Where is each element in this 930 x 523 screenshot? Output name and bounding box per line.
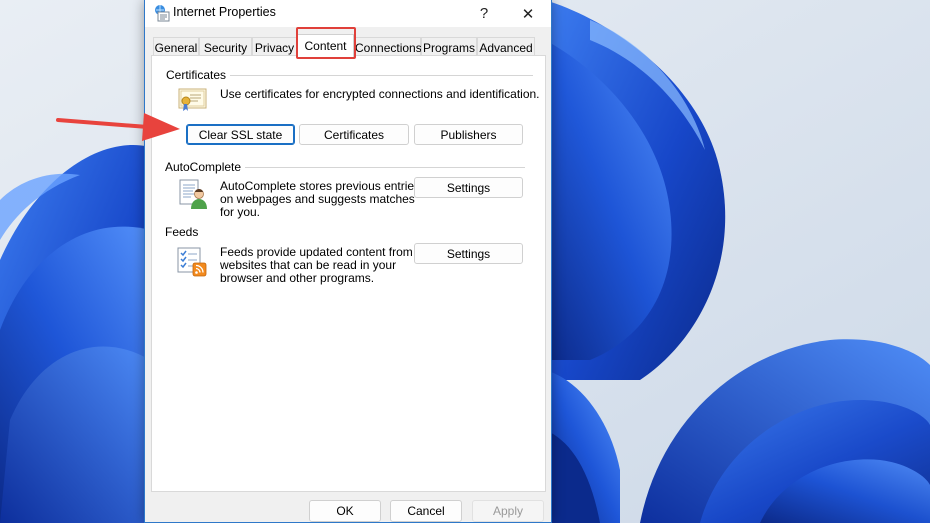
autocomplete-icon xyxy=(179,179,207,209)
autocomplete-settings-button[interactable]: Settings xyxy=(414,177,523,198)
tab-programs[interactable]: Programs xyxy=(421,37,477,56)
title-bar: Internet Properties ? ✕ xyxy=(145,0,551,27)
feeds-settings-button[interactable]: Settings xyxy=(414,243,523,264)
feeds-icon xyxy=(177,247,207,277)
certificates-button[interactable]: Certificates xyxy=(299,124,409,145)
autocomplete-divider xyxy=(242,167,525,168)
internet-properties-dialog: Internet Properties ? ✕ General Security… xyxy=(144,0,552,523)
annotation-arrow xyxy=(56,108,186,147)
content-tab-panel: Certificates Use certificates for encryp… xyxy=(151,55,546,492)
tab-advanced[interactable]: Advanced xyxy=(477,37,535,56)
close-button[interactable]: ✕ xyxy=(509,0,547,27)
tab-privacy[interactable]: Privacy xyxy=(252,37,297,56)
certificates-description: Use certificates for encrypted connectio… xyxy=(220,87,540,101)
feeds-description: Feeds provide updated content from websi… xyxy=(220,246,413,285)
clear-ssl-state-button[interactable]: Clear SSL state xyxy=(186,124,295,145)
internet-options-icon xyxy=(155,5,170,22)
tab-strip: General Security Privacy Content Connect… xyxy=(153,34,545,57)
publishers-button[interactable]: Publishers xyxy=(414,124,523,145)
certificates-divider xyxy=(222,75,533,76)
tab-general[interactable]: General xyxy=(153,37,199,56)
autocomplete-description-line: for you. xyxy=(220,205,261,219)
feeds-heading: Feeds xyxy=(165,225,203,239)
autocomplete-description: AutoComplete stores previous entries on … xyxy=(220,180,420,219)
tab-connections[interactable]: Connections xyxy=(354,37,422,56)
apply-button[interactable]: Apply xyxy=(472,500,544,522)
window-title: Internet Properties xyxy=(173,5,276,19)
certificates-heading: Certificates xyxy=(166,68,231,82)
help-button[interactable]: ? xyxy=(465,0,503,27)
tab-security[interactable]: Security xyxy=(199,37,252,56)
tab-content[interactable]: Content xyxy=(297,34,354,57)
feeds-description-line: browser and other programs. xyxy=(220,271,375,285)
cancel-button[interactable]: Cancel xyxy=(390,500,462,522)
ok-button[interactable]: OK xyxy=(309,500,381,522)
autocomplete-heading: AutoComplete xyxy=(165,160,246,174)
